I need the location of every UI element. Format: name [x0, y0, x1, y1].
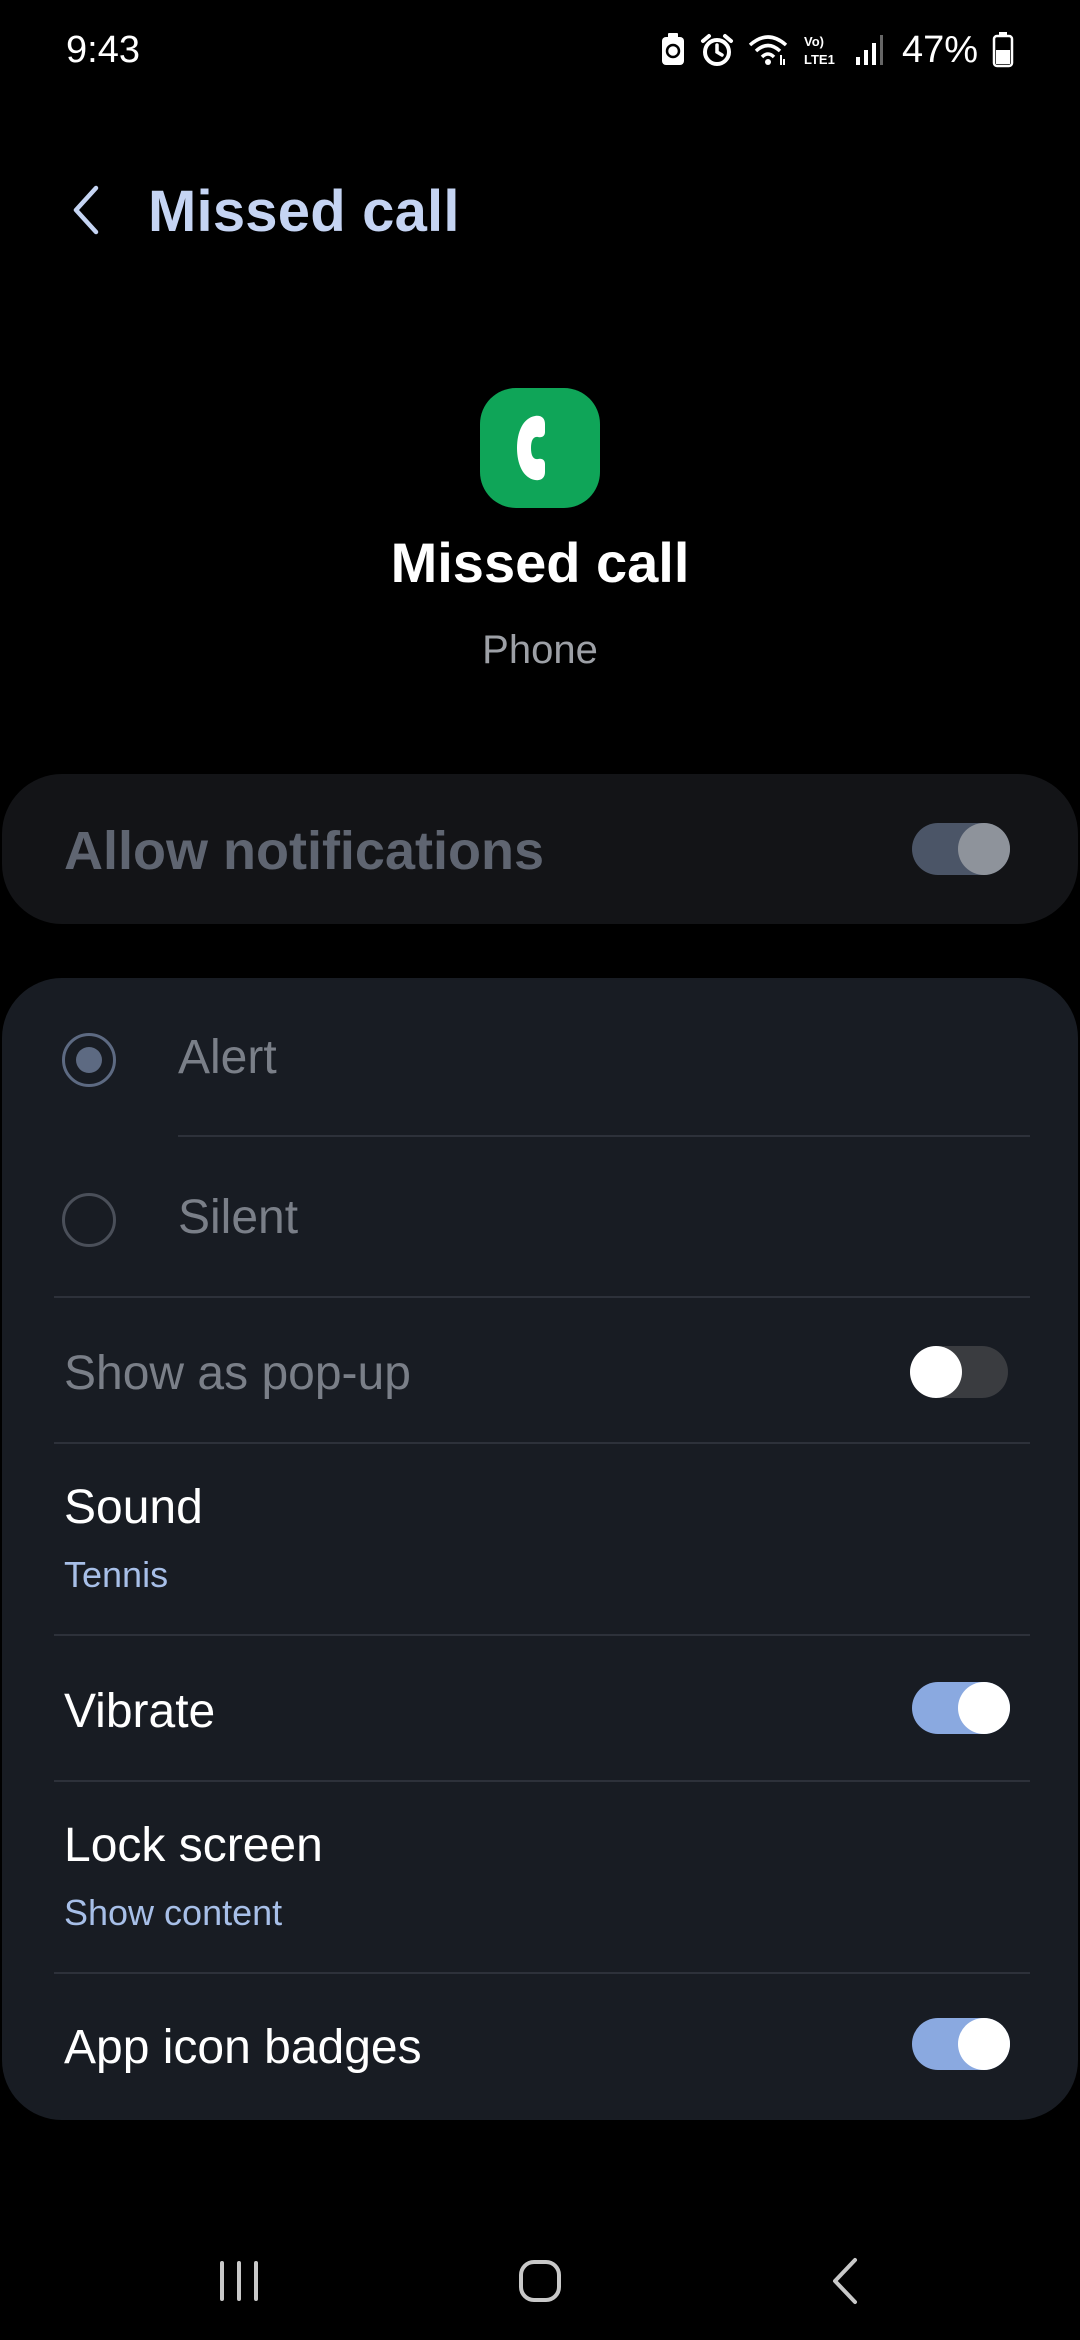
recents-icon — [220, 2261, 258, 2301]
sound-label: Sound — [64, 1481, 203, 1534]
toggle-knob — [958, 2018, 1010, 2070]
allow-notifications-label: Allow notifications — [64, 821, 544, 881]
svg-text:LTE1: LTE1 — [804, 52, 835, 67]
allow-notifications-toggle[interactable] — [912, 823, 1010, 875]
vibrate-toggle[interactable] — [912, 1682, 1010, 1734]
vibrate-row[interactable]: Vibrate — [2, 1636, 1078, 1782]
toggle-knob — [958, 823, 1010, 875]
home-button[interactable] — [495, 2236, 585, 2326]
recycle-icon — [660, 33, 686, 67]
alert-radio[interactable] — [62, 1033, 116, 1087]
app-subtitle: Phone — [482, 628, 598, 672]
settings-card: Alert Silent Show as pop-up Sound Tennis… — [2, 978, 1078, 2120]
home-icon — [519, 2260, 561, 2302]
nav-back-button[interactable] — [800, 2236, 890, 2326]
status-time: 9:43 — [66, 28, 140, 71]
battery-icon — [992, 32, 1014, 68]
lock-screen-label: Lock screen — [64, 1819, 323, 1872]
radio-dot — [76, 1047, 102, 1073]
status-bar: 9:43 Vo) LTE1 47% — [0, 0, 1080, 100]
toggle-knob — [910, 1346, 962, 1398]
lock-screen-row[interactable]: Lock screen Show content — [2, 1782, 1078, 1974]
signal-icon — [854, 33, 884, 67]
alarm-icon — [700, 33, 734, 67]
alert-option[interactable]: Alert — [2, 978, 1078, 1138]
volte-icon: Vo) LTE1 — [802, 32, 840, 68]
silent-radio[interactable] — [62, 1193, 116, 1247]
silent-label: Silent — [178, 1191, 299, 1244]
header: Missed call — [0, 160, 1080, 260]
phone-icon — [517, 415, 545, 481]
silent-option[interactable]: Silent — [2, 1138, 1078, 1298]
svg-text:Vo): Vo) — [804, 34, 824, 49]
wifi-icon — [748, 33, 788, 67]
back-icon — [833, 2258, 857, 2304]
battery-percent: 47% — [901, 28, 978, 71]
toggle-knob — [958, 1682, 1010, 1734]
screen: 9:43 Vo) LTE1 47% Missed call Missed cal… — [0, 0, 1080, 2340]
show-popup-label: Show as pop-up — [64, 1347, 411, 1400]
alert-label: Alert — [178, 1031, 277, 1084]
allow-notifications-row[interactable]: Allow notifications — [2, 774, 1078, 924]
back-button[interactable] — [56, 180, 116, 240]
navigation-bar — [0, 2220, 1080, 2340]
phone-app-icon — [480, 388, 600, 508]
app-icon-badges-toggle[interactable] — [912, 2018, 1010, 2070]
page-title: Missed call — [148, 179, 460, 244]
vibrate-label: Vibrate — [64, 1685, 216, 1738]
app-icon-badges-row[interactable]: App icon badges — [2, 1974, 1078, 2120]
app-icon-badges-label: App icon badges — [64, 2021, 422, 2074]
sound-value: Tennis — [64, 1554, 169, 1595]
divider — [178, 1135, 1030, 1137]
sound-row[interactable]: Sound Tennis — [2, 1444, 1078, 1636]
show-popup-toggle[interactable] — [910, 1346, 1008, 1398]
recents-button[interactable] — [194, 2236, 284, 2326]
chevron-left-icon — [73, 185, 99, 235]
status-icons: Vo) LTE1 47% — [660, 29, 1014, 72]
show-popup-row[interactable]: Show as pop-up — [2, 1298, 1078, 1444]
lock-screen-value: Show content — [64, 1892, 283, 1933]
app-name: Missed call — [390, 531, 690, 594]
